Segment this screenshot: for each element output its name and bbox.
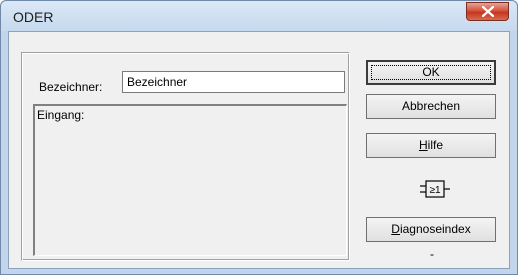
diag-mnemonic: D — [391, 222, 400, 236]
bezeichner-label: Bezeichner: — [39, 80, 103, 94]
eingang-panel[interactable]: Eingang: — [33, 104, 347, 256]
diagnoseindex-value: - — [430, 247, 434, 261]
or-gate-label: ≥1 — [429, 185, 440, 196]
help-mnemonic: H — [418, 138, 428, 152]
cancel-button[interactable]: Abbrechen — [366, 94, 496, 119]
title-bar[interactable]: ODER — [1, 1, 517, 31]
diagnoseindex-button[interactable]: Diagnoseindex — [366, 217, 496, 242]
diag-label-rest: iagnoseindex — [399, 222, 471, 236]
close-button[interactable] — [466, 2, 509, 21]
or-gate-icon: ≥1 — [420, 180, 450, 198]
window-title: ODER — [13, 9, 54, 25]
ok-button-label: OK — [422, 65, 440, 79]
eingang-label: Eingang: — [37, 108, 85, 122]
dialog-client-area: Bezeichner: Bezeichner Eingang: OK Abbre… — [8, 31, 510, 269]
close-icon — [482, 6, 494, 17]
help-button[interactable]: Hilfe — [366, 133, 496, 158]
ok-button[interactable]: OK — [366, 60, 496, 85]
dialog-window: ODER Bezeichner: Bezeichner Eingang: OK … — [0, 0, 518, 275]
bezeichner-input[interactable]: Bezeichner — [122, 71, 345, 93]
cancel-button-label: Abbrechen — [401, 99, 461, 113]
help-label-rest: ilfe — [427, 138, 443, 152]
